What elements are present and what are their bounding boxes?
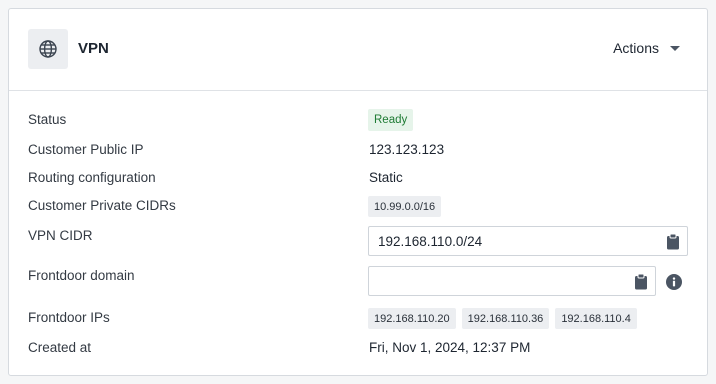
card-header: VPN Actions <box>9 9 707 91</box>
frontdoor-ips-tags: 192.168.110.20 192.168.110.36 192.168.11… <box>368 308 637 329</box>
vpn-cidr-label: VPN CIDR <box>28 228 93 243</box>
vpn-cidr-field[interactable]: 192.168.110.0/24 <box>368 226 688 256</box>
created-at-label: Created at <box>28 340 92 355</box>
frontdoor-ips-label: Frontdoor IPs <box>28 310 110 325</box>
info-icon[interactable] <box>666 274 682 290</box>
vpn-card: VPN Actions Status Ready Customer Public… <box>8 8 708 376</box>
page-title: VPN <box>78 40 109 57</box>
status-label: Status <box>28 112 67 127</box>
routing-label: Routing configuration <box>28 170 156 185</box>
clipboard-icon[interactable] <box>633 273 649 290</box>
ip-tag: 192.168.110.4 <box>555 308 637 329</box>
public-ip-label: Customer Public IP <box>28 142 144 157</box>
cidr-tag: 10.99.0.0/16 <box>368 196 442 217</box>
globe-icon <box>28 29 68 69</box>
ip-tag: 192.168.110.20 <box>368 308 456 329</box>
vpn-cidr-value: 192.168.110.0/24 <box>378 234 483 249</box>
public-ip-value: 123.123.123 <box>369 142 445 157</box>
routing-value: Static <box>369 170 403 185</box>
created-at-value: Fri, Nov 1, 2024, 12:37 PM <box>369 340 531 355</box>
frontdoor-domain-field[interactable] <box>368 266 656 296</box>
clipboard-icon[interactable] <box>665 233 681 250</box>
actions-dropdown[interactable]: Actions <box>613 40 680 56</box>
status-badge: Ready <box>368 109 414 131</box>
ip-tag: 192.168.110.36 <box>461 308 550 329</box>
caret-down-icon <box>670 45 680 51</box>
private-cidrs-label: Customer Private CIDRs <box>28 198 176 213</box>
private-cidrs-tags: 10.99.0.0/16 <box>368 196 442 217</box>
actions-label: Actions <box>613 40 659 56</box>
frontdoor-domain-label: Frontdoor domain <box>28 268 135 283</box>
